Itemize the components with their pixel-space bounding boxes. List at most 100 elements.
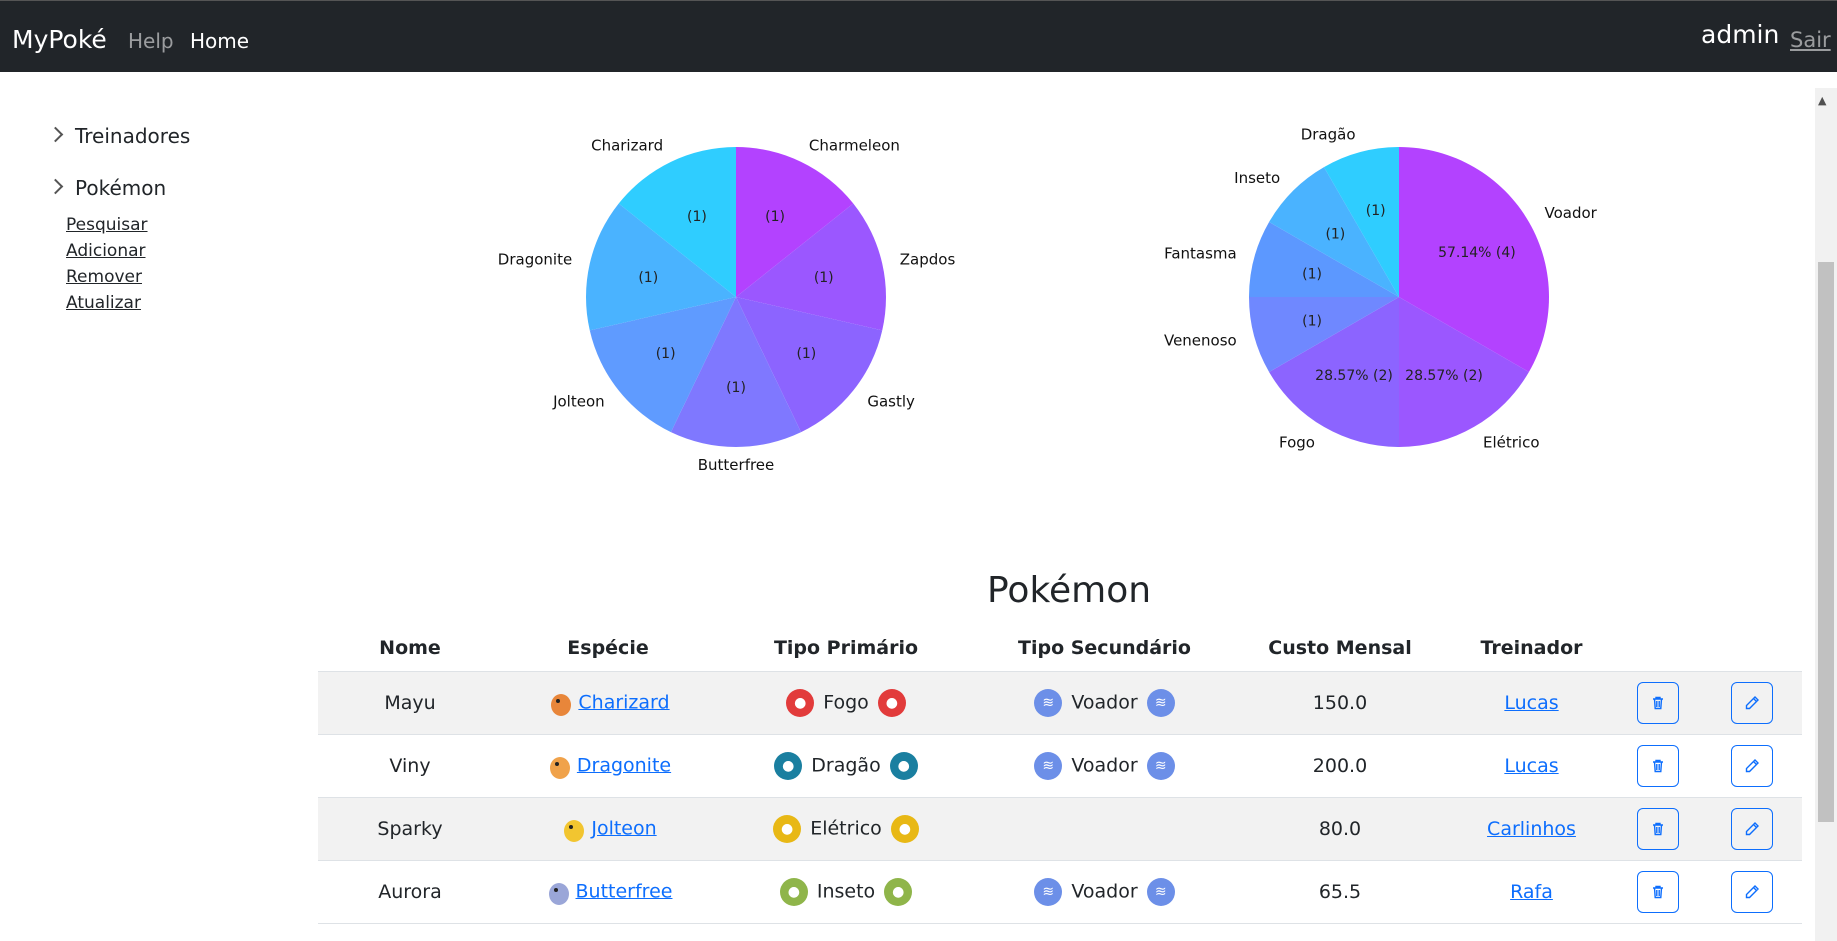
type-primary-icon: ● [774,751,803,780]
cell-tipo-primario-wrap: ● Dragão ● [714,734,978,798]
pie-value-label: 28.57% (2) [1315,368,1393,384]
col-header-custo-mensal: Custo Mensal [1231,625,1449,672]
sidebar-group-treinadores[interactable]: Treinadores [47,124,190,148]
pie-value-label: (1) [1302,313,1322,329]
cell-treinador: Lucas [1449,671,1614,735]
col-header-nome: Nome [318,625,502,672]
cell-tipo-primario-wrap: ● Inseto ● [714,860,978,924]
nav-link-home[interactable]: Home [190,29,249,53]
delete-button[interactable] [1637,744,1679,787]
col-header-tipo-primario: Tipo Primário [714,625,978,672]
sidebar-group-label: Pokémon [75,176,167,200]
type-primary-icon: ● [779,877,808,906]
edit-button[interactable] [1731,744,1773,787]
cell-especie: Charizard [502,671,714,735]
cell-custo: 150.0 [1231,671,1449,735]
type-primary-icon: ● [889,751,918,780]
cell-especie: Jolteon [502,797,714,861]
trainer-link[interactable]: Lucas [1504,755,1558,777]
pie-category-label: Voador [1544,204,1597,222]
pie-category-label: Elétrico [1483,433,1540,451]
trainer-link[interactable]: Lucas [1504,692,1558,714]
pie-charts: (1) Charmeleon (1) Zapdos (1) Gastly (1) Butter… [498,126,1598,474]
cell-nome: Viny [318,734,502,798]
pie-category-label: Dragão [1301,126,1356,144]
pie-value-label: (1) [726,380,746,396]
type-primary-icon: ● [890,814,919,843]
delete-button[interactable] [1637,681,1679,724]
cell-tipo-secundario-wrap: ≋ Voador ≋ [978,671,1231,735]
pie-category-label: Dragonite [498,251,572,269]
sidebar-link-atualizar[interactable]: Atualizar [66,293,141,313]
cell-nome: Sparky [318,797,502,861]
trainer-link[interactable]: Carlinhos [1487,818,1576,840]
cell-delete [1614,734,1702,798]
pie-value-label: (1) [796,346,816,362]
edit-button[interactable] [1731,870,1773,913]
cell-edit [1702,671,1802,735]
col-header-especie: Espécie [502,625,714,672]
species-link[interactable]: Jolteon [591,817,656,839]
cell-tipo-secundario: Voador [1071,691,1138,713]
pie-category-label: Butterfree [698,456,775,474]
type-voador-icon: ≋ [1034,751,1063,780]
pie-category-label: Zapdos [900,251,956,269]
pie-category-label: Fogo [1279,433,1315,451]
cell-tipo-primario-wrap: ● Elétrico ● [714,797,978,861]
sidebar-link-pesquisar[interactable]: Pesquisar [66,215,148,235]
cell-tipo-primario: Inseto [816,880,876,902]
pie-category-label: Gastly [867,393,915,411]
sidebar-link-remover[interactable]: Remover [66,267,142,287]
table-row: Sparky Jolteon ● Elétrico ● 80.0 Carlinh… [318,797,1802,861]
type-voador-icon: ≋ [1034,688,1063,717]
edit-button[interactable] [1731,807,1773,850]
pie-value-label: (1) [687,209,707,225]
cell-tipo-secundario-wrap: ≋ Voador ≋ [978,734,1231,798]
sidebar-group-pokemon[interactable]: Pokémon [47,176,167,200]
pie-category-label: Charizard [591,137,663,155]
scroll-up-arrow-icon[interactable]: ▲ [1818,94,1826,107]
pokemon-sprite-icon [545,751,575,781]
col-header-edit [1702,625,1802,672]
trainer-link[interactable]: Rafa [1510,881,1553,903]
pokemon-sprite-icon [559,814,589,844]
type-primary-icon: ● [786,688,815,717]
pie-value-label: (1) [814,270,834,286]
species-link[interactable]: Butterfree [576,880,673,902]
pie-value-label: (1) [765,209,785,225]
scrollbar-thumb[interactable] [1818,262,1834,822]
username: admin [1701,20,1780,49]
cell-edit [1702,797,1802,861]
type-voador-icon: ≋ [1034,877,1063,906]
pie-category-label: Fantasma [1164,245,1237,263]
nav-link-help[interactable]: Help [128,29,174,53]
pie-value-label: (1) [656,346,676,362]
cell-nome: Mayu [318,671,502,735]
species-link[interactable]: Charizard [578,691,669,713]
species-link[interactable]: Dragonite [577,754,671,776]
cell-delete [1614,671,1702,735]
cell-delete [1614,860,1702,924]
cell-custo: 65.5 [1231,860,1449,924]
cell-tipo-secundario-wrap [978,797,1231,861]
col-header-delete [1614,625,1702,672]
delete-button[interactable] [1637,870,1679,913]
pie-category-label: Venenoso [1164,331,1237,349]
cell-especie: Butterfree [502,860,714,924]
cell-tipo-primario: Fogo [823,691,869,713]
cell-tipo-secundario: Voador [1071,754,1138,776]
logout-link[interactable]: Sair [1790,28,1831,52]
cell-custo: 200.0 [1231,734,1449,798]
cell-custo: 80.0 [1231,797,1449,861]
edit-button[interactable] [1731,681,1773,724]
cell-tipo-primario-wrap: ● Fogo ● [714,671,978,735]
delete-button[interactable] [1637,807,1679,850]
pie-value-label: (1) [638,270,658,286]
sidebar-link-adicionar[interactable]: Adicionar [66,241,146,261]
cell-tipo-secundario: Voador [1071,880,1138,902]
cell-treinador: Carlinhos [1449,797,1614,861]
brand-logo[interactable]: MyPoké [12,25,107,54]
cell-nome: Aurora [318,860,502,924]
table-row: Aurora Butterfree ● Inseto ● ≋ Voador ≋ … [318,860,1802,924]
pie-category-label: Inseto [1234,169,1280,187]
